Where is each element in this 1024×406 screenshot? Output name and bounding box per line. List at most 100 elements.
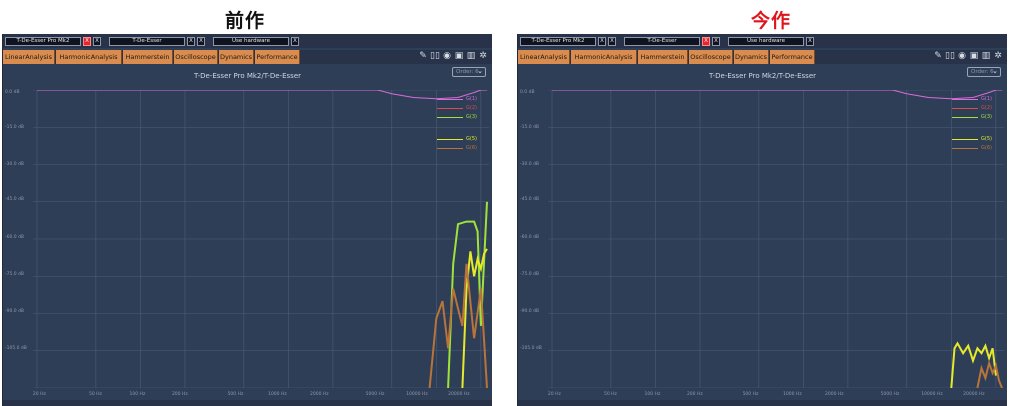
order-dropdown[interactable]: Order: 6 ⌄ — [967, 67, 1001, 77]
tab-performance[interactable]: Performance — [770, 50, 815, 64]
x-tick-label: 100 Hz — [644, 392, 661, 397]
tab-hammerstein[interactable]: Hammerstein — [638, 50, 688, 64]
tab-linearanalysis[interactable]: LinearAnalysis — [518, 50, 570, 64]
gear-icon[interactable]: ✲ — [993, 50, 1003, 62]
x-tick-label: 200 Hz — [171, 392, 188, 397]
legend-swatch — [952, 148, 978, 149]
plugin-a-selector[interactable]: T-De-Esser Pro Mk2 — [520, 37, 596, 46]
hardware-close-button[interactable]: X — [291, 37, 299, 46]
legend-item[interactable]: G(6) — [437, 145, 477, 152]
frequency-response-plot — [548, 90, 1004, 388]
plot-canvas — [33, 90, 489, 388]
legend-label: G(6) — [466, 145, 477, 151]
plugin-select-row: T-De-Esser Pro Mk2 X X T-De-Esser X X Use hard… — [3, 34, 492, 48]
y-tick-label: 0.0 dB — [5, 90, 20, 95]
x-tick-label: 1000 Hz — [268, 392, 287, 397]
plugin-b-close-button[interactable]: X — [187, 37, 195, 46]
legend-label: G(1) — [981, 96, 992, 102]
y-tick-label: -30.0 dB — [5, 162, 25, 167]
tab-hammerstein[interactable]: Hammerstein — [123, 50, 173, 64]
legend-item[interactable]: G(2) — [952, 105, 992, 112]
bars-icon[interactable]: ▥ — [466, 50, 476, 62]
plugin-a-selector[interactable]: T-De-Esser Pro Mk2 — [5, 37, 81, 46]
status-bar — [518, 400, 1007, 406]
legend-item[interactable]: G(1) — [437, 96, 477, 103]
edit-icon[interactable]: ✎ — [933, 50, 943, 62]
legend-label: G(2) — [466, 105, 477, 111]
series-line-g1 — [552, 90, 1002, 100]
x-tick-label: 1000 Hz — [783, 392, 802, 397]
book-icon[interactable]: ▯▯ — [945, 50, 955, 62]
legend-item[interactable]: G(3) — [437, 114, 477, 121]
y-tick-label: -90.0 dB — [520, 309, 540, 314]
tab-harmonicanalysis[interactable]: HarmonicAnalysis — [56, 50, 122, 64]
legend-label: G(6) — [981, 145, 992, 151]
tab-dynamics[interactable]: Dynamics — [734, 50, 769, 64]
plugin-b-swap-button[interactable]: X — [712, 37, 720, 46]
legend-swatch — [952, 99, 978, 100]
plugin-b-swap-button[interactable]: X — [197, 37, 205, 46]
edit-icon[interactable]: ✎ — [418, 50, 428, 62]
analyzer-panel-before: T-De-Esser Pro Mk2 X X T-De-Esser X X Use hard… — [2, 34, 492, 406]
after-heading: 今作 — [751, 10, 792, 32]
tab-performance[interactable]: Performance — [255, 50, 300, 64]
y-tick-label: -15.0 dB — [5, 125, 25, 130]
bars-icon[interactable]: ▥ — [981, 50, 991, 62]
harmonic-legend: G(1) G(2) G(3) G(5) G(6) — [952, 96, 992, 160]
legend-item[interactable]: G(3) — [952, 114, 992, 121]
legend-item[interactable]: G(1) — [952, 96, 992, 103]
x-tick-label: 500 Hz — [742, 392, 759, 397]
tab-oscilloscope[interactable]: Oscilloscope — [689, 50, 733, 64]
frequency-response-plot — [33, 90, 489, 388]
order-dropdown[interactable]: Order: 6 ⌄ — [452, 67, 486, 77]
plugin-b-selector[interactable]: T-De-Esser — [109, 37, 185, 46]
y-tick-label: -15.0 dB — [520, 125, 540, 130]
hardware-close-button[interactable]: X — [806, 37, 814, 46]
y-tick-label: -90.0 dB — [5, 309, 25, 314]
hardware-selector[interactable]: Use hardware — [213, 37, 289, 46]
plugin-a-swap-button[interactable]: X — [608, 37, 616, 46]
y-tick-label: -45.0 dB — [5, 197, 25, 202]
plugin-b-selector[interactable]: T-De-Esser — [624, 37, 700, 46]
tab-oscilloscope[interactable]: Oscilloscope — [174, 50, 218, 64]
legend-swatch — [952, 139, 978, 140]
eye-icon[interactable]: ◉ — [442, 50, 452, 62]
y-tick-label: -60.0 dB — [520, 235, 540, 240]
before-heading: 前作 — [225, 10, 266, 32]
camera-icon[interactable]: ▣ — [969, 50, 979, 62]
x-tick-label: 100 Hz — [129, 392, 146, 397]
x-tick-label: 10000 Hz — [921, 392, 943, 397]
toolbar-icons: ✎ ▯▯ ◉ ▣ ▥ ✲ — [933, 50, 1003, 64]
toolbar-icons: ✎ ▯▯ ◉ ▣ ▥ ✲ — [418, 50, 488, 64]
plugin-b-close-button[interactable]: X — [702, 37, 710, 46]
camera-icon[interactable]: ▣ — [454, 50, 464, 62]
chevron-down-icon: ⌄ — [477, 67, 483, 75]
y-tick-label: 0.0 dB — [520, 90, 535, 95]
eye-icon[interactable]: ◉ — [957, 50, 967, 62]
order-dropdown-label: Order: 6 — [456, 69, 479, 75]
tab-harmonicanalysis[interactable]: HarmonicAnalysis — [571, 50, 637, 64]
series-line-g6 — [976, 359, 1003, 388]
legend-item[interactable]: G(5) — [952, 136, 992, 143]
legend-swatch — [952, 117, 978, 118]
legend-item[interactable]: G(5) — [437, 136, 477, 143]
book-icon[interactable]: ▯▯ — [430, 50, 440, 62]
gear-icon[interactable]: ✲ — [478, 50, 488, 62]
plugin-a-close-button[interactable]: X — [598, 37, 606, 46]
order-dropdown-label: Order: 6 — [971, 69, 994, 75]
x-tick-label: 20000 Hz — [963, 392, 985, 397]
tab-linearanalysis[interactable]: LinearAnalysis — [3, 50, 55, 64]
y-tick-label: -30.0 dB — [520, 162, 540, 167]
plugin-select-row: T-De-Esser Pro Mk2 X X T-De-Esser X X Use hard… — [518, 34, 1007, 48]
x-tick-label: 10000 Hz — [406, 392, 428, 397]
plugin-a-swap-button[interactable]: X — [93, 37, 101, 46]
legend-item[interactable]: G(6) — [952, 145, 992, 152]
plugin-a-close-button[interactable]: X — [83, 37, 91, 46]
hardware-selector[interactable]: Use hardware — [728, 37, 804, 46]
x-tick-label: 500 Hz — [227, 392, 244, 397]
legend-swatch — [437, 139, 463, 140]
tab-dynamics[interactable]: Dynamics — [219, 50, 254, 64]
legend-label: G(2) — [981, 105, 992, 111]
legend-item[interactable]: G(2) — [437, 105, 477, 112]
harmonic-legend: G(1) G(2) G(3) G(5) G(6) — [437, 96, 477, 160]
